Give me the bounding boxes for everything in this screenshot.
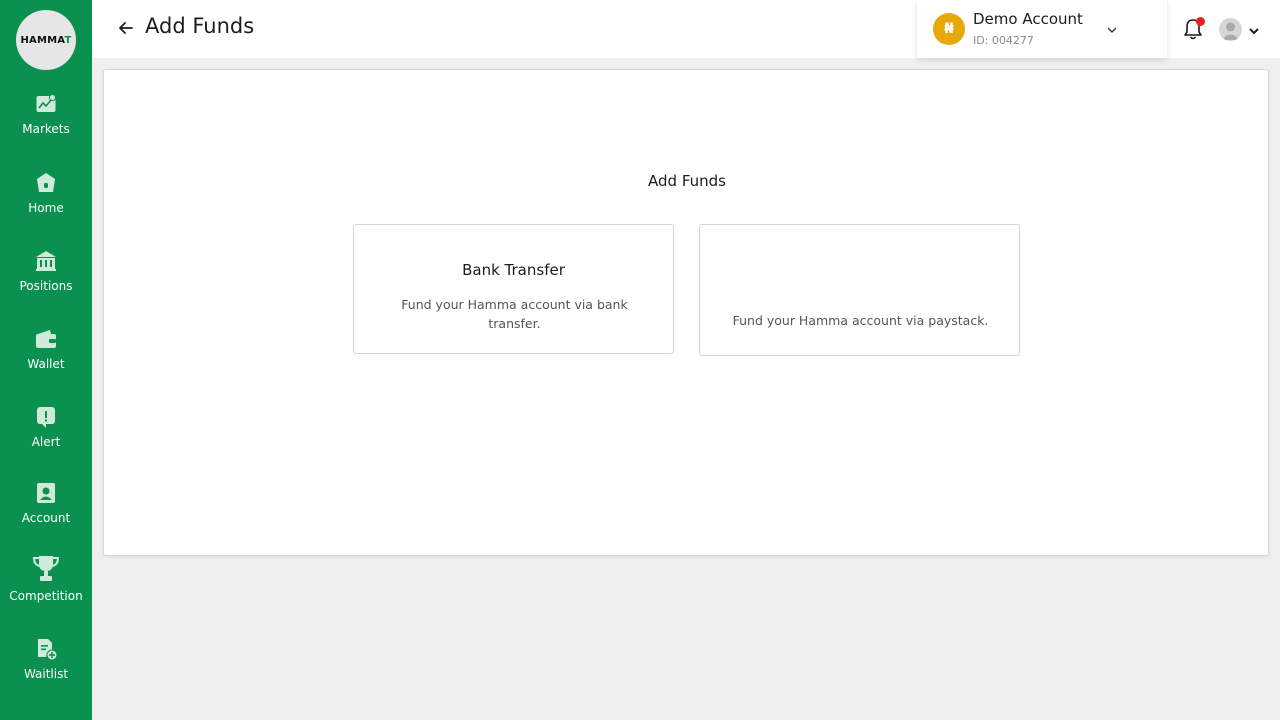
option-description: Fund your Hamma account via bank transfe… xyxy=(401,297,628,331)
alert-icon xyxy=(34,405,58,429)
logo[interactable]: HAMMAT xyxy=(16,10,76,70)
sidebar-item-label: Alert xyxy=(31,435,61,449)
chart-line-icon xyxy=(34,92,58,116)
sidebar-item-alert[interactable]: Alert xyxy=(0,405,92,449)
bank-icon xyxy=(34,249,58,273)
account-switcher[interactable]: ₦ Demo Account ID: 004277 xyxy=(917,0,1167,58)
sidebar-item-home[interactable]: Home xyxy=(0,171,92,215)
sidebar-item-label: Home xyxy=(28,201,64,215)
chevron-down-icon[interactable] xyxy=(1247,23,1261,37)
home-icon xyxy=(34,171,58,195)
back-arrow-icon[interactable] xyxy=(116,18,136,38)
sidebar-item-label: Wallet xyxy=(27,357,65,371)
sidebar: HAMMAT Markets Home Positions Wallet Ale… xyxy=(0,0,92,720)
chevron-down-icon xyxy=(1105,22,1119,36)
sidebar-item-waitlist[interactable]: Waitlist xyxy=(0,637,92,681)
section-title: Add Funds xyxy=(648,172,726,190)
naira-coin-icon: ₦ xyxy=(933,13,965,45)
sidebar-item-label: Positions xyxy=(19,279,73,293)
wallet-icon xyxy=(34,327,58,351)
bank-transfer-option[interactable]: Bank Transfer Fund your Hamma account vi… xyxy=(353,224,674,354)
option-title: Bank Transfer xyxy=(462,261,565,279)
sidebar-item-wallet[interactable]: Wallet xyxy=(0,327,92,371)
option-description: Fund your Hamma account via paystack. xyxy=(732,313,989,328)
account-id: ID: 004277 xyxy=(973,34,1034,47)
sidebar-item-label: Competition xyxy=(9,589,83,603)
waitlist-icon xyxy=(34,637,58,661)
sidebar-item-competition[interactable]: Competition xyxy=(0,555,92,603)
logo-text: HAMMAT xyxy=(20,34,72,46)
sidebar-item-account[interactable]: Account xyxy=(0,481,92,525)
trophy-icon xyxy=(33,555,59,583)
sidebar-item-markets[interactable]: Markets xyxy=(0,92,92,136)
avatar[interactable] xyxy=(1219,18,1242,41)
sidebar-item-label: Markets xyxy=(22,122,70,136)
sidebar-item-label: Account xyxy=(21,511,71,525)
paystack-option[interactable]: Fund your Hamma account via paystack. xyxy=(699,224,1020,356)
account-icon xyxy=(34,481,58,505)
account-name: Demo Account xyxy=(973,10,1083,28)
sidebar-item-positions[interactable]: Positions xyxy=(0,249,92,293)
top-header: Add Funds ₦ Demo Account ID: 004277 xyxy=(92,0,1280,58)
sidebar-item-label: Waitlist xyxy=(23,667,69,681)
notification-dot xyxy=(1196,17,1205,26)
page-title: Add Funds xyxy=(145,14,255,38)
add-funds-panel: Add Funds Bank Transfer Fund your Hamma … xyxy=(103,69,1269,556)
